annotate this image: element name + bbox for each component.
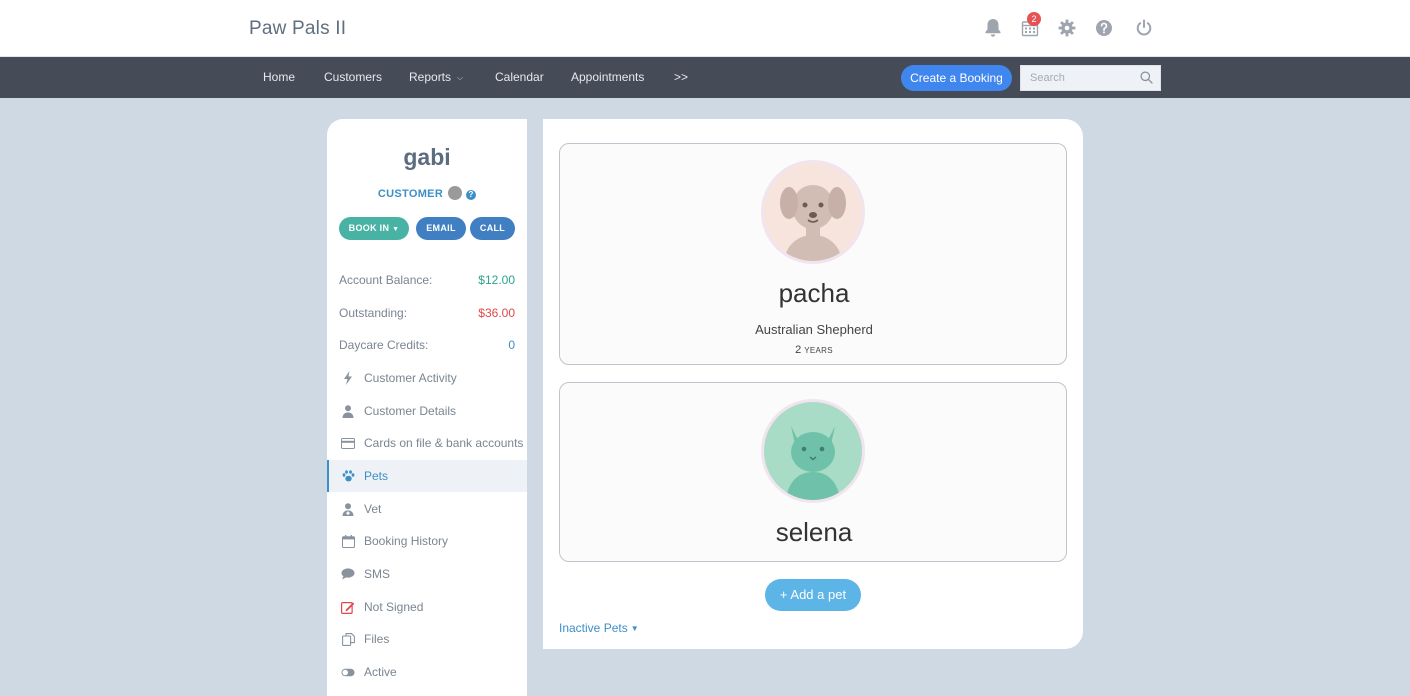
sidebar-item-pets[interactable]: Pets bbox=[327, 460, 527, 492]
doctor-icon bbox=[341, 502, 355, 516]
chat-bubble-icon bbox=[341, 567, 355, 581]
account-balance-row: Account Balance: $12.00 bbox=[339, 273, 515, 293]
paw-icon bbox=[341, 469, 355, 483]
nav-reports[interactable]: Reports ⌵ bbox=[409, 57, 463, 98]
dog-avatar-icon bbox=[761, 160, 865, 264]
book-in-button[interactable]: BOOK IN ▼ bbox=[339, 217, 409, 240]
pet-name: selena bbox=[775, 517, 853, 547]
files-icon bbox=[341, 632, 355, 646]
top-header: Paw Pals II 2 bbox=[0, 0, 1410, 57]
call-button[interactable]: CALL bbox=[470, 217, 515, 240]
customer-type-label: CUSTOMER bbox=[377, 188, 444, 200]
caret-down-icon: ▼ bbox=[392, 226, 400, 233]
sidebar-item-label: Not Signed bbox=[364, 600, 424, 614]
create-booking-button[interactable]: Create a Booking bbox=[901, 65, 1012, 91]
nav-appointments[interactable]: Appointments bbox=[571, 57, 644, 98]
nav-more[interactable]: >> bbox=[674, 57, 688, 98]
daycare-credits-value: 0 bbox=[508, 338, 515, 352]
bell-icon[interactable] bbox=[980, 14, 1006, 42]
sidebar-item-label: Active bbox=[364, 665, 397, 679]
help-icon[interactable] bbox=[1091, 14, 1117, 42]
sidebar-item-booking-history[interactable]: Booking History bbox=[327, 525, 527, 557]
nav-reports-label: Reports bbox=[409, 70, 452, 84]
chevron-down-icon: ⌵ bbox=[457, 73, 464, 83]
sidebar-item-not-signed[interactable]: Not Signed bbox=[327, 591, 527, 623]
outstanding-label: Outstanding: bbox=[339, 306, 408, 320]
outstanding-row: Outstanding: $36.00 bbox=[339, 306, 515, 326]
customer-name: gabi bbox=[403, 144, 451, 170]
edit-icon bbox=[341, 600, 355, 614]
account-balance-value: $12.00 bbox=[478, 273, 515, 287]
pet-age: 2 YEARS bbox=[560, 344, 1068, 356]
credit-card-icon bbox=[341, 436, 355, 450]
sidebar-item-customer-details[interactable]: Customer Details bbox=[327, 395, 527, 427]
status-dot-icon[interactable] bbox=[448, 186, 463, 200]
daycare-credits-label: Daycare Credits: bbox=[339, 338, 429, 352]
sidebar-item-label: Files bbox=[364, 632, 390, 646]
sidebar-item-files[interactable]: Files bbox=[327, 623, 527, 655]
sidebar-item-customer-activity[interactable]: Customer Activity bbox=[327, 362, 527, 394]
sidebar-item-sms[interactable]: SMS bbox=[327, 558, 527, 590]
pet-age-value: 2 bbox=[795, 344, 802, 356]
sidebar-item-label: Customer Activity bbox=[364, 371, 457, 385]
toggle-icon bbox=[341, 665, 355, 679]
outstanding-value: $36.00 bbox=[478, 306, 515, 320]
daycare-credits-row: Daycare Credits: 0 bbox=[339, 338, 515, 358]
bolt-icon bbox=[341, 371, 355, 385]
pet-age-unit: YEARS bbox=[804, 346, 833, 355]
customer-type-row: CUSTOMER? bbox=[327, 186, 527, 200]
sidebar-item-label: Vet bbox=[364, 502, 382, 516]
sidebar-item-active[interactable]: Active bbox=[327, 656, 527, 688]
nav-customers[interactable]: Customers bbox=[324, 57, 382, 98]
pet-name: pacha bbox=[778, 278, 850, 308]
account-balance-label: Account Balance: bbox=[339, 273, 433, 287]
caret-down-icon: ▼ bbox=[630, 624, 639, 633]
search-box bbox=[1020, 65, 1161, 91]
question-icon[interactable]: ? bbox=[466, 190, 477, 200]
pet-card-selena[interactable]: selena bbox=[559, 382, 1067, 562]
power-icon[interactable] bbox=[1131, 14, 1157, 42]
user-icon bbox=[341, 404, 355, 418]
sidebar-item-cards[interactable]: Cards on file & bank accounts bbox=[327, 427, 527, 459]
sidebar-item-label: Booking History bbox=[364, 534, 449, 548]
sidebar-item-label: Pets bbox=[364, 469, 389, 483]
cat-avatar-icon bbox=[761, 399, 865, 503]
nav-calendar[interactable]: Calendar bbox=[495, 57, 544, 98]
pets-panel: pacha Australian Shepherd 2 YEARS selena … bbox=[543, 119, 1083, 649]
sidebar-item-label: Cards on file & bank accounts bbox=[364, 436, 524, 450]
pet-card-pacha[interactable]: pacha Australian Shepherd 2 YEARS bbox=[559, 143, 1067, 365]
sidebar-item-label: SMS bbox=[364, 567, 391, 581]
pet-breed: Australian Shepherd bbox=[755, 322, 873, 337]
gear-icon[interactable] bbox=[1054, 14, 1080, 42]
inactive-pets-toggle[interactable]: Inactive Pets ▼ bbox=[559, 621, 639, 635]
customer-sidebar: gabi CUSTOMER? BOOK IN ▼ EMAIL CALL Acco… bbox=[327, 119, 527, 696]
sidebar-item-label: Customer Details bbox=[364, 404, 457, 418]
email-button[interactable]: EMAIL bbox=[416, 217, 466, 240]
book-in-label: BOOK IN bbox=[348, 223, 390, 233]
sidebar-item-vet[interactable]: Vet bbox=[327, 493, 527, 525]
add-pet-button[interactable]: + Add a pet bbox=[765, 579, 861, 611]
calendar-icon bbox=[341, 534, 355, 548]
search-icon[interactable] bbox=[1140, 71, 1153, 89]
nav-home[interactable]: Home bbox=[263, 57, 295, 98]
notification-badge: 2 bbox=[1027, 12, 1041, 26]
main-navbar: Home Customers Reports ⌵ Calendar Appoint… bbox=[0, 57, 1410, 98]
inactive-pets-label: Inactive Pets bbox=[559, 621, 628, 635]
brand-title[interactable]: Paw Pals II bbox=[249, 18, 346, 40]
calendar-icon[interactable]: 2 bbox=[1017, 12, 1043, 42]
